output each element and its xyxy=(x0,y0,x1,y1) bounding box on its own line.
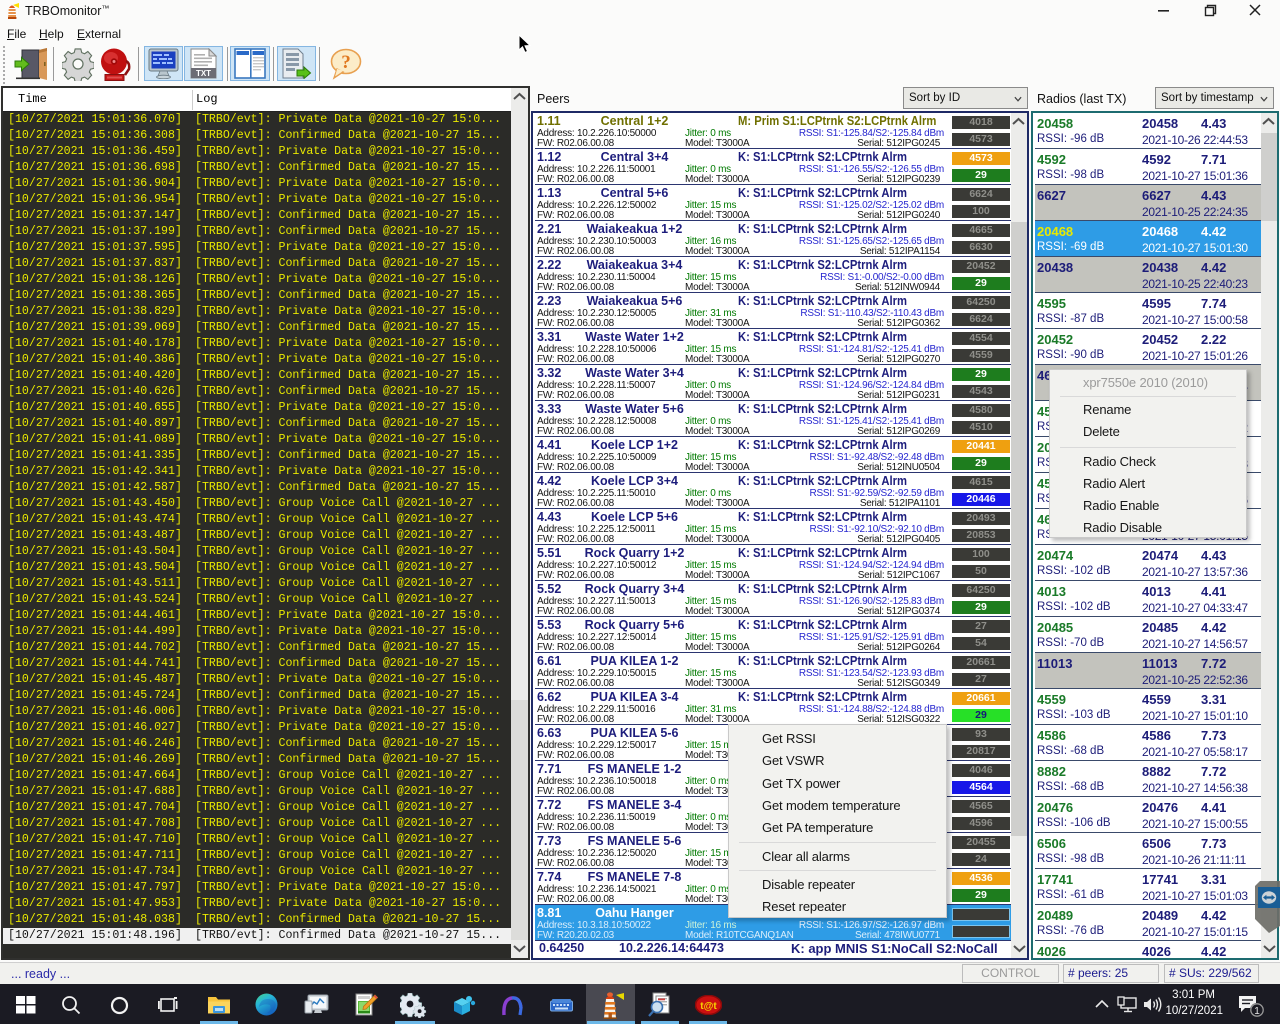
svg-text:?: ? xyxy=(341,52,351,73)
svg-text:1: 1 xyxy=(1254,1006,1260,1017)
svg-text:TXT: TXT xyxy=(196,69,211,78)
svg-text:t@t: t@t xyxy=(700,1001,717,1012)
